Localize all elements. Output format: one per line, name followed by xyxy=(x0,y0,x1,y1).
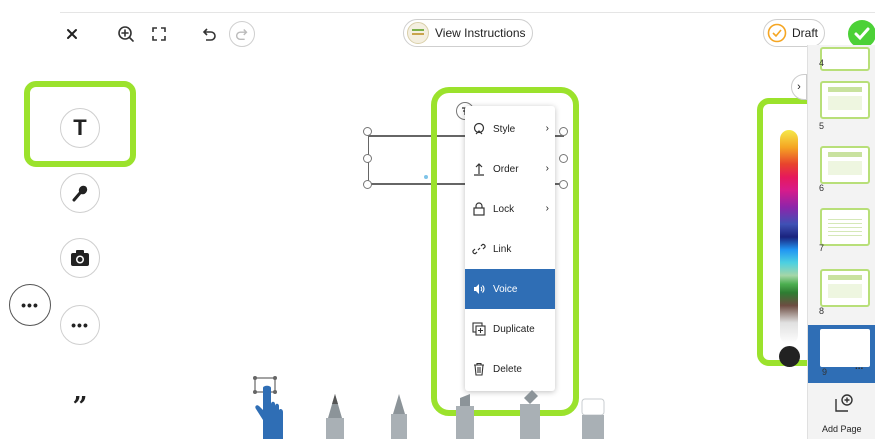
quote-tool-button[interactable]: ” xyxy=(60,382,100,422)
more-tools-button[interactable]: ••• xyxy=(60,305,100,345)
menu-item-label: Order xyxy=(493,163,519,175)
page-number: 7 xyxy=(819,243,825,253)
draft-check-icon xyxy=(767,23,787,43)
highlighter-icon xyxy=(520,390,540,439)
menu-item-link[interactable]: Link xyxy=(465,229,555,269)
menu-item-label: Voice xyxy=(493,283,518,295)
side-more-dots-icon: ••• xyxy=(21,297,39,313)
chevron-right-icon: › xyxy=(545,123,549,134)
menu-item-duplicate[interactable]: Duplicate xyxy=(465,309,555,349)
page-options-dots[interactable]: ... xyxy=(855,361,863,372)
redo-icon xyxy=(235,29,248,41)
add-page-icon xyxy=(835,394,853,412)
eraser-tool[interactable] xyxy=(580,398,606,439)
pencil-tool[interactable] xyxy=(320,392,350,439)
pages-panel: 4 5 6 7 8 9 ... Add Page xyxy=(807,45,875,439)
camera-icon xyxy=(71,250,89,266)
menu-item-style[interactable]: Style › xyxy=(465,109,555,149)
color-gradient-slider[interactable] xyxy=(780,130,798,344)
text-t-icon: T xyxy=(73,115,87,140)
fullscreen-button[interactable] xyxy=(146,21,172,47)
top-divider xyxy=(60,12,875,13)
duplicate-icon xyxy=(471,321,487,337)
trash-icon xyxy=(471,361,487,377)
chevron-right-icon: › xyxy=(797,81,801,93)
microphone-tool-button[interactable] xyxy=(60,173,100,213)
chevron-right-icon: › xyxy=(545,203,549,214)
undo-button[interactable] xyxy=(196,21,222,47)
page-thumbnail-8[interactable] xyxy=(820,269,870,307)
text-tool-button[interactable]: T xyxy=(60,108,100,148)
add-page-label: Add Page xyxy=(822,424,862,434)
zoom-in-icon xyxy=(118,26,134,42)
redo-button[interactable] xyxy=(229,21,255,47)
chevron-right-icon: › xyxy=(545,163,549,174)
select-hand-tool[interactable] xyxy=(251,376,291,439)
lock-icon xyxy=(471,201,487,217)
style-icon xyxy=(471,121,487,137)
marker-icon xyxy=(456,394,474,439)
page-number: 8 xyxy=(819,306,825,316)
page-item-9-selected[interactable]: 9 ... xyxy=(808,325,875,383)
resize-handle-tl[interactable] xyxy=(363,127,372,136)
view-instructions-button[interactable]: View Instructions xyxy=(403,19,533,47)
page-number: 6 xyxy=(819,183,825,193)
page-thumbnail-5[interactable] xyxy=(820,81,870,119)
view-instructions-label: View Instructions xyxy=(435,26,526,40)
menu-item-voice[interactable]: Voice xyxy=(465,269,555,309)
page-number: 5 xyxy=(819,121,825,131)
undo-icon xyxy=(202,28,216,41)
more-dots-icon: ••• xyxy=(71,317,89,333)
page-thumbnail-4[interactable] xyxy=(820,47,870,71)
hand-pointer-icon xyxy=(253,376,283,439)
page-thumbnail-7[interactable] xyxy=(820,208,870,246)
context-menu: Style › Order › Lock › Link Voice Duplic… xyxy=(465,106,555,391)
draft-status-button[interactable]: Draft xyxy=(763,19,825,47)
microphone-icon xyxy=(72,185,88,202)
check-icon xyxy=(854,27,870,41)
speaker-icon xyxy=(471,281,487,297)
page-number: 9 xyxy=(822,367,828,377)
menu-item-label: Style xyxy=(493,123,516,135)
add-page-button[interactable]: Add Page xyxy=(808,391,875,439)
menu-item-label: Link xyxy=(493,243,512,255)
pencil-icon xyxy=(326,394,344,439)
fullscreen-icon xyxy=(152,27,166,41)
link-icon xyxy=(471,241,487,257)
pen-icon xyxy=(391,394,407,439)
draft-label: Draft xyxy=(792,26,819,40)
menu-item-order[interactable]: Order › xyxy=(465,149,555,189)
close-icon xyxy=(67,29,77,39)
camera-tool-button[interactable] xyxy=(60,238,100,278)
marker-tool[interactable] xyxy=(450,392,480,439)
page-thumbnail-6[interactable] xyxy=(820,146,870,184)
instructions-thumbnail-icon xyxy=(407,22,429,44)
pen-tool[interactable] xyxy=(384,392,414,439)
menu-item-label: Lock xyxy=(493,203,515,215)
menu-item-label: Duplicate xyxy=(493,323,535,335)
close-button[interactable] xyxy=(59,21,85,47)
resize-handle-bl[interactable] xyxy=(363,180,372,189)
menu-item-delete[interactable]: Delete xyxy=(465,349,555,389)
submit-button[interactable] xyxy=(848,20,875,48)
menu-item-lock[interactable]: Lock › xyxy=(465,189,555,229)
order-icon xyxy=(471,161,487,177)
eraser-icon xyxy=(581,398,605,439)
collapse-pages-button[interactable]: › xyxy=(791,74,807,100)
anchor-dot xyxy=(424,175,428,179)
highlighter-tool[interactable] xyxy=(514,388,546,439)
quote-icon: ” xyxy=(72,392,88,422)
resize-handle-ml[interactable] xyxy=(363,154,372,163)
side-more-button[interactable]: ••• xyxy=(9,284,51,326)
selected-color-swatch[interactable] xyxy=(779,346,800,367)
page-number: 4 xyxy=(819,58,825,68)
zoom-in-button[interactable] xyxy=(113,21,139,47)
menu-item-label: Delete xyxy=(493,363,522,375)
